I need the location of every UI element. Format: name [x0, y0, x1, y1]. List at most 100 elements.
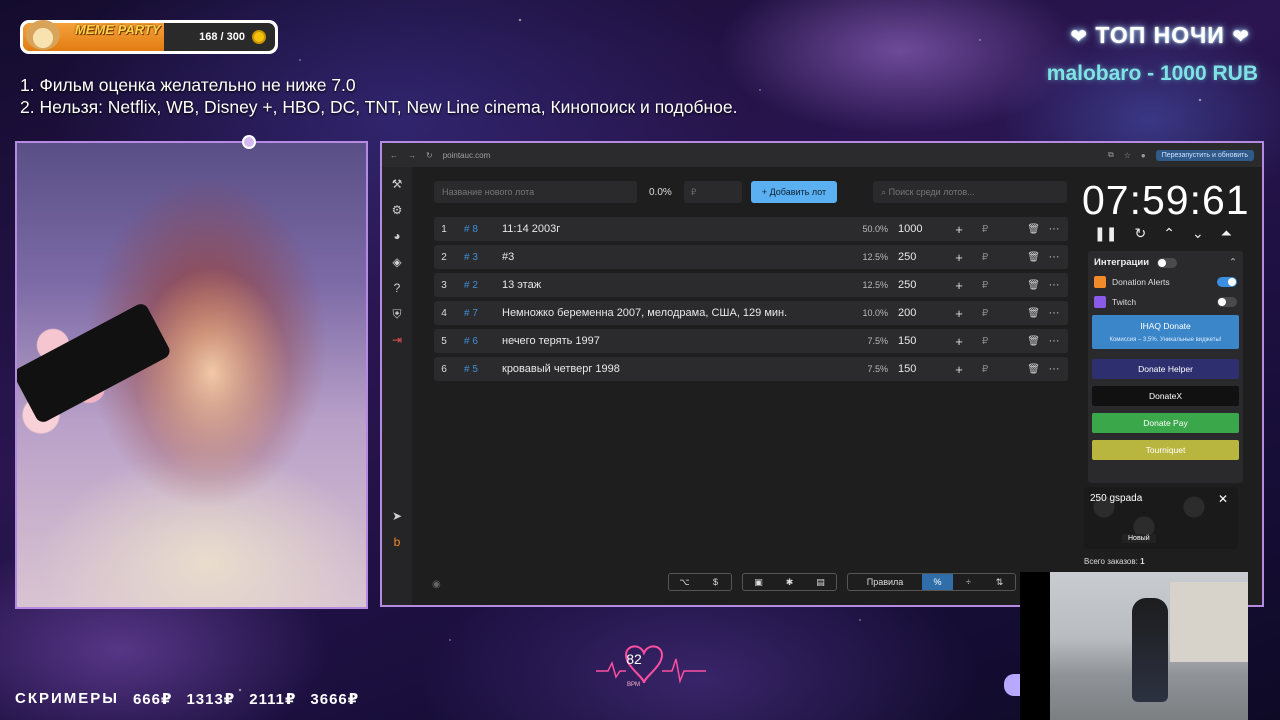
lot-id: # 8 — [464, 223, 478, 235]
wheel-icon[interactable]: ◕ — [393, 229, 400, 243]
extension-icon[interactable]: ⧉ — [1108, 150, 1114, 160]
tool-group-files: ▣ ✱ ▤ — [742, 573, 837, 591]
rule-2: 2. Нельзя: Netflix, WB, Disney +, HBO, D… — [20, 97, 738, 117]
back-icon[interactable]: ← — [390, 151, 398, 160]
currency-icon[interactable]: ₽ — [970, 224, 1000, 235]
add-amount-icon[interactable]: + — [948, 362, 970, 377]
logout-icon[interactable]: ⇥ — [392, 333, 402, 347]
trash-icon[interactable]: 🗑 — [1000, 224, 1040, 235]
integrations-panel: Интеграции ⌃ Donation Alerts Twitch IHAQ… — [1088, 251, 1243, 483]
chevron-down-icon[interactable]: ⌄ — [1192, 225, 1204, 242]
bug-icon[interactable]: ✱ — [774, 574, 805, 590]
add-amount-icon[interactable]: + — [948, 278, 970, 293]
new-lot-input[interactable]: Название нового лота — [434, 181, 637, 203]
lot-amount[interactable]: 200 — [888, 307, 948, 319]
chevron-up-icon[interactable]: ⌃ — [1163, 225, 1175, 242]
address-bar[interactable]: pointauc.com — [443, 151, 491, 160]
lot-row[interactable]: 3 # 2 13 этаж 12.5% 250 + ₽ 🗑 ··· — [434, 273, 1068, 297]
currency-icon[interactable]: ₽ — [970, 336, 1000, 347]
collapse-icon[interactable]: ⌃ — [1229, 257, 1237, 268]
lot-amount[interactable]: 250 — [888, 251, 948, 263]
amount-input[interactable]: ₽ — [683, 181, 742, 203]
current-lot-card: 250 gspada ✕ Новый — [1084, 487, 1238, 549]
add-amount-icon[interactable]: + — [948, 306, 970, 321]
rules-button[interactable]: Правила — [848, 574, 922, 590]
lot-name[interactable]: нечего терять 1997 — [494, 335, 848, 347]
dollar-icon[interactable]: $ — [700, 574, 731, 590]
close-icon[interactable]: ✕ — [1218, 492, 1228, 506]
save-icon[interactable]: ▣ — [743, 574, 774, 590]
relaunch-button[interactable]: Перезапустить и обновить — [1155, 149, 1254, 161]
add-amount-icon[interactable]: + — [948, 222, 970, 237]
lot-index: 3 — [441, 279, 447, 291]
more-icon[interactable]: ··· — [1040, 223, 1068, 235]
heart-monitor — [596, 645, 706, 684]
app-sidebar: ⚒ ⚙ ◕ ◈ ? ⛨ ⇥ ➤ b — [382, 167, 412, 605]
add-amount-icon[interactable]: + — [948, 250, 970, 265]
github-icon[interactable]: ⌥ — [669, 574, 700, 590]
more-icon[interactable]: ··· — [1040, 279, 1068, 291]
trash-icon[interactable]: 🗑 — [1000, 308, 1040, 319]
lot-amount[interactable]: 150 — [888, 363, 948, 375]
currency-icon[interactable]: ₽ — [970, 308, 1000, 319]
telegram-icon[interactable]: ➤ — [392, 509, 402, 523]
more-icon[interactable]: ··· — [1040, 363, 1068, 375]
lot-amount[interactable]: 1000 — [888, 223, 948, 235]
trash-icon[interactable]: 🗑 — [1000, 364, 1040, 375]
tourniquet-button[interactable]: Tourniquet — [1092, 440, 1239, 460]
reload-icon[interactable]: ↻ — [426, 151, 433, 160]
lot-row[interactable]: 4 # 7 Немножко беременна 2007, мелодрама, … — [434, 301, 1068, 325]
donation-alerts-toggle[interactable] — [1217, 277, 1237, 287]
split-icon[interactable]: ÷ — [953, 574, 984, 590]
lot-name[interactable]: 11:14 2003г — [494, 223, 848, 235]
lot-row[interactable]: 6 # 5 кровавый четверг 1998 7.5% 150 + ₽ 🗑 ··· — [434, 357, 1068, 381]
donate-pay-button[interactable]: Donate Pay — [1092, 413, 1239, 433]
trash-icon[interactable]: 🗑 — [1000, 252, 1040, 263]
delete-all-icon[interactable]: ▤ — [805, 574, 836, 590]
top-donor: malobaro - 1000 RUB — [1046, 62, 1258, 85]
add-lot-button[interactable]: + Добавить лот — [750, 181, 838, 203]
double-up-icon[interactable]: ⏶ — [1221, 225, 1232, 242]
gear-icon[interactable]: ⚙ — [392, 203, 403, 217]
eye-icon[interactable]: ◉ — [432, 579, 441, 590]
help-icon[interactable]: ? — [394, 281, 401, 295]
search-lots-input[interactable]: ⌕ Поиск среди лотов... — [873, 181, 1068, 203]
more-icon[interactable]: ··· — [1040, 335, 1068, 347]
percent-toggle[interactable]: % — [922, 574, 953, 590]
lot-name[interactable]: кровавый четверг 1998 — [494, 363, 848, 375]
shield-icon[interactable]: ⛨ — [392, 307, 401, 321]
pause-icon[interactable]: ❚❚ — [1094, 225, 1117, 242]
donate-helper-button[interactable]: Donate Helper — [1092, 359, 1239, 379]
currency-icon[interactable]: ₽ — [970, 252, 1000, 263]
lot-row[interactable]: 2 # 3 #3 12.5% 250 + ₽ 🗑 ··· — [434, 245, 1068, 269]
lot-row[interactable]: 5 # 6 нечего терять 1997 7.5% 150 + ₽ 🗑 ··· — [434, 329, 1068, 353]
ihaq-donate-button[interactable]: IHAQ Donate Комиссия – 3,5%. Уникальные … — [1092, 315, 1239, 349]
plus-icon: + — [761, 187, 770, 197]
boosty-icon[interactable]: b — [394, 535, 401, 549]
add-amount-icon[interactable]: + — [948, 334, 970, 349]
reset-icon[interactable]: ↻ — [1134, 225, 1146, 242]
lot-status-select[interactable]: Новый — [1122, 534, 1156, 543]
lot-amount[interactable]: 250 — [888, 279, 948, 291]
donatex-button[interactable]: DonateX — [1092, 386, 1239, 406]
lot-amount[interactable]: 150 — [888, 335, 948, 347]
bookmark-icon[interactable]: ☆ — [1124, 151, 1131, 160]
forward-icon[interactable]: → — [408, 151, 416, 160]
sort-icon[interactable]: ⇅ — [984, 574, 1015, 590]
integrations-toggle[interactable] — [1157, 257, 1178, 268]
profile-icon[interactable]: ● — [1141, 151, 1146, 160]
more-icon[interactable]: ··· — [1040, 307, 1068, 319]
currency-icon[interactable]: ₽ — [970, 364, 1000, 375]
lot-row[interactable]: 1 # 8 11:14 2003г 50.0% 1000 + ₽ 🗑 ··· — [434, 217, 1068, 241]
lot-name[interactable]: #3 — [494, 251, 848, 263]
currency-icon[interactable]: ₽ — [970, 280, 1000, 291]
yin-yang-icon — [242, 135, 256, 149]
trash-icon[interactable]: 🗑 — [1000, 336, 1040, 347]
layers-icon[interactable]: ◈ — [392, 255, 401, 269]
lot-name[interactable]: 13 этаж — [494, 279, 848, 291]
hammer-icon[interactable]: ⚒ — [392, 177, 403, 191]
lot-name[interactable]: Немножко беременна 2007, мелодрама, США,… — [494, 307, 848, 319]
twitch-toggle[interactable] — [1217, 297, 1237, 307]
trash-icon[interactable]: 🗑 — [1000, 280, 1040, 291]
more-icon[interactable]: ··· — [1040, 251, 1068, 263]
